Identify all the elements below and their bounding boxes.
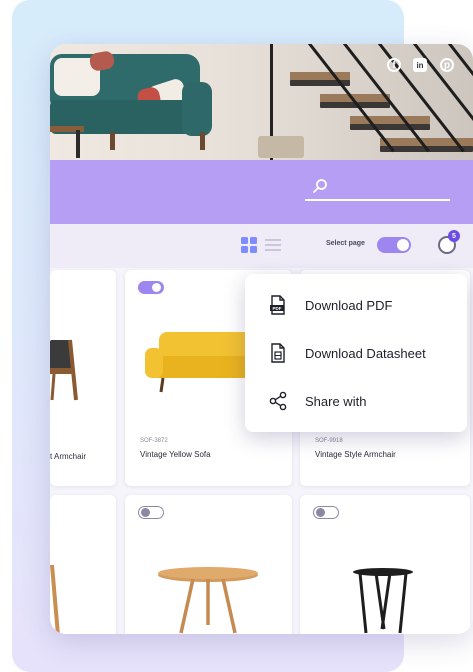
share-icon: [269, 391, 287, 411]
side-table-image: [353, 568, 413, 634]
list-view-icon[interactable]: [265, 239, 281, 251]
table-image: [50, 565, 60, 634]
search-icon[interactable]: [312, 178, 328, 194]
svg-text:PDF: PDF: [273, 306, 282, 311]
select-page-label: Select page: [326, 240, 365, 247]
catalog-window: f in p Select page 5 t Armchair SOF-3872…: [50, 44, 473, 634]
search-input[interactable]: [305, 199, 450, 201]
linkedin-icon[interactable]: in: [413, 58, 427, 72]
product-name: Vintage Yellow Sofa: [140, 450, 211, 459]
product-name: Vintage Style Armchair: [315, 450, 396, 459]
share-with-item[interactable]: Share with: [245, 379, 467, 423]
share-dropdown-menu: PDF Download PDF Download Datasheet Shar…: [245, 274, 467, 432]
select-page-toggle[interactable]: [377, 237, 411, 253]
search-band: [50, 160, 473, 224]
basket: [258, 136, 304, 158]
datasheet-icon: [271, 343, 285, 363]
sofa-arm: [182, 82, 212, 136]
product-card[interactable]: t Armchair: [50, 270, 116, 486]
grid-view-icon[interactable]: [241, 237, 257, 253]
product-select-toggle[interactable]: [313, 506, 339, 519]
product-card[interactable]: [300, 495, 470, 634]
hero-image: f in p: [50, 44, 473, 160]
pdf-file-icon: PDF: [270, 295, 285, 315]
download-pdf-label: Download PDF: [305, 297, 393, 313]
product-code: SOF-9918: [315, 438, 343, 444]
product-card[interactable]: [125, 495, 292, 634]
facebook-icon[interactable]: f: [387, 58, 401, 72]
download-pdf-item[interactable]: PDF Download PDF: [245, 283, 467, 327]
product-code: SOF-3872: [140, 438, 168, 444]
download-datasheet-label: Download Datasheet: [305, 345, 426, 361]
download-datasheet-item[interactable]: Download Datasheet: [245, 331, 467, 375]
product-select-toggle[interactable]: [138, 281, 164, 294]
pinterest-icon[interactable]: p: [440, 58, 454, 72]
armchair-image: [50, 339, 78, 401]
product-card[interactable]: [50, 495, 116, 634]
coffee-table-image: [158, 567, 258, 634]
product-name: t Armchair: [50, 452, 87, 461]
side-table-leg: [76, 130, 80, 158]
share-with-label: Share with: [305, 393, 367, 409]
product-select-toggle[interactable]: [138, 506, 164, 519]
stair-riser: [350, 124, 430, 130]
sofa-leg: [200, 132, 205, 150]
sofa-leg: [110, 132, 115, 150]
notification-badge: 5: [448, 230, 460, 242]
